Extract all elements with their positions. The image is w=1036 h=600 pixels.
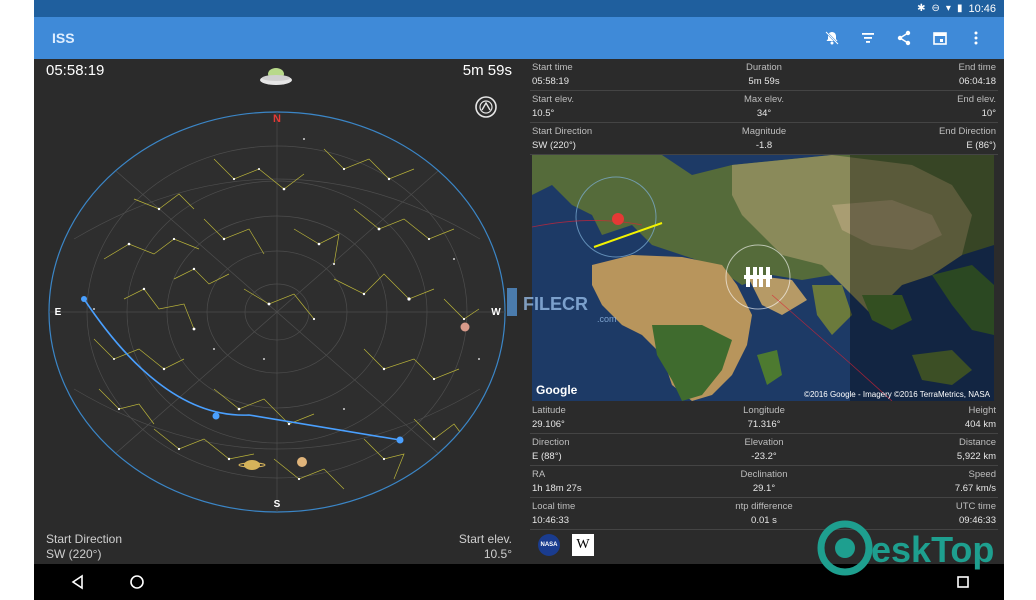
start-elev-label: Start elev. (458, 532, 512, 546)
home-icon[interactable] (123, 568, 151, 596)
info-row: Start elev. 10.5° Max elev. 34° End elev. 1… (530, 91, 998, 123)
track-end-point (396, 436, 404, 444)
bluetooth-icon: ✱ (917, 2, 926, 14)
sky-chart-panel: N E W S 05:58:19 5m 59s Start Direction … (34, 59, 528, 564)
ground-track-map[interactable]: Google ©2016 Google - Imagery ©2016 Terr… (532, 155, 994, 401)
compass-east: E (55, 307, 62, 318)
info-label: UTC time (955, 501, 996, 512)
info-row: Direction E (88°) Elevation -23.2° Distanc… (530, 434, 998, 466)
app-title: ISS (52, 30, 75, 46)
watermark-desktop: eskTop (817, 520, 994, 576)
info-label: Speed (968, 469, 996, 480)
more-vert-icon[interactable] (958, 17, 994, 59)
position-info-table: Latitude 29.106° Longitude 71.316° Height 4… (530, 402, 998, 530)
saturn-icon[interactable] (244, 460, 260, 470)
info-label: Magnitude (741, 126, 787, 137)
info-label: Distance (959, 437, 996, 448)
compass-mode-icon[interactable] (474, 95, 498, 119)
info-value: 71.316° (747, 419, 781, 430)
sky-grid (49, 112, 505, 512)
sky-start-direction: Start Direction SW (220°) (46, 532, 122, 562)
info-label: End elev. (957, 94, 996, 105)
google-logo: Google (536, 383, 578, 397)
app-bar-actions (814, 17, 994, 59)
status-time: 10:46 (968, 2, 996, 15)
compass-south: S (274, 499, 281, 510)
pass-info-table: Start time 05:58:19 Duration 5m 59s End ti… (530, 59, 998, 155)
info-value: 06:04:18 (959, 76, 996, 87)
info-label: Duration (746, 62, 782, 73)
mars-icon[interactable] (460, 322, 470, 332)
info-value: 5m 59s (748, 76, 780, 87)
external-links: NASA W (538, 534, 594, 556)
filter-icon[interactable] (850, 17, 886, 59)
info-label: Height (968, 405, 996, 416)
info-value: -1.8 (755, 140, 773, 151)
map-imagery (532, 155, 994, 401)
current-time: 05:58:19 (46, 62, 105, 79)
info-label: Longitude (743, 405, 785, 416)
info-label: Max elev. (744, 94, 784, 105)
watermark-filecr-text: FILECR (523, 294, 588, 314)
observer-location-pin[interactable] (612, 213, 624, 225)
info-row: Start Direction SW (220°) Magnitude -1.8 E… (530, 123, 998, 155)
info-value: 5,922 km (956, 451, 996, 462)
info-label: Declination (740, 469, 788, 480)
compass-north: N (273, 113, 281, 125)
info-label: ntp difference (735, 501, 793, 512)
iss-current-position[interactable] (212, 412, 220, 420)
back-icon[interactable] (64, 568, 92, 596)
info-value: E (86°) (966, 140, 996, 151)
watermark-filecr: FILECR .com (507, 288, 617, 324)
satellite-icon (260, 68, 292, 85)
start-elev-value: 10.5° (483, 547, 512, 561)
info-value: 404 km (964, 419, 996, 430)
info-value: 10° (981, 108, 996, 119)
notifications-off-icon[interactable] (814, 17, 850, 59)
info-label: End Direction (938, 126, 996, 137)
info-row: Latitude 29.106° Longitude 71.316° Height 4… (530, 402, 998, 434)
watermark-filecr-sub: .com (597, 314, 617, 324)
dnd-icon: ⊖ (931, 2, 940, 14)
sky-chart[interactable]: N E W S (34, 59, 528, 564)
calendar-icon[interactable] (922, 17, 958, 59)
start-direction-value: SW (220°) (46, 547, 102, 561)
info-label: Elevation (744, 437, 784, 448)
track-start-point (81, 296, 87, 302)
compass-west: W (491, 307, 501, 318)
info-label: End time (958, 62, 997, 73)
status-bar: ✱ ⊖ ▾ ▮ 10:46 (34, 0, 1004, 17)
nasa-link-icon[interactable]: NASA (538, 534, 560, 556)
info-value: 29.1° (752, 483, 776, 494)
remaining-duration: 5m 59s (462, 62, 512, 79)
battery-icon: ▮ (956, 2, 963, 14)
info-value: 7.67 km/s (954, 483, 996, 494)
info-value: -23.2° (751, 451, 777, 462)
info-row: RA 1h 18m 27s Declination 29.1° Speed 7.67 … (530, 466, 998, 498)
wikipedia-link-icon[interactable]: W (572, 534, 594, 556)
jupiter-icon[interactable] (297, 457, 307, 467)
info-value: 34° (756, 108, 772, 119)
app-bar: ISS (34, 17, 1004, 59)
watermark-text: eskTop (871, 529, 994, 570)
map-credit: ©2016 Google - Imagery ©2016 TerraMetric… (804, 390, 990, 399)
share-icon[interactable] (886, 17, 922, 59)
info-row: Start time 05:58:19 Duration 5m 59s End ti… (530, 59, 998, 91)
sky-start-elev: Start elev. 10.5° (459, 532, 512, 562)
start-direction-label: Start Direction (46, 532, 123, 546)
wifi-icon: ▾ (945, 2, 951, 14)
